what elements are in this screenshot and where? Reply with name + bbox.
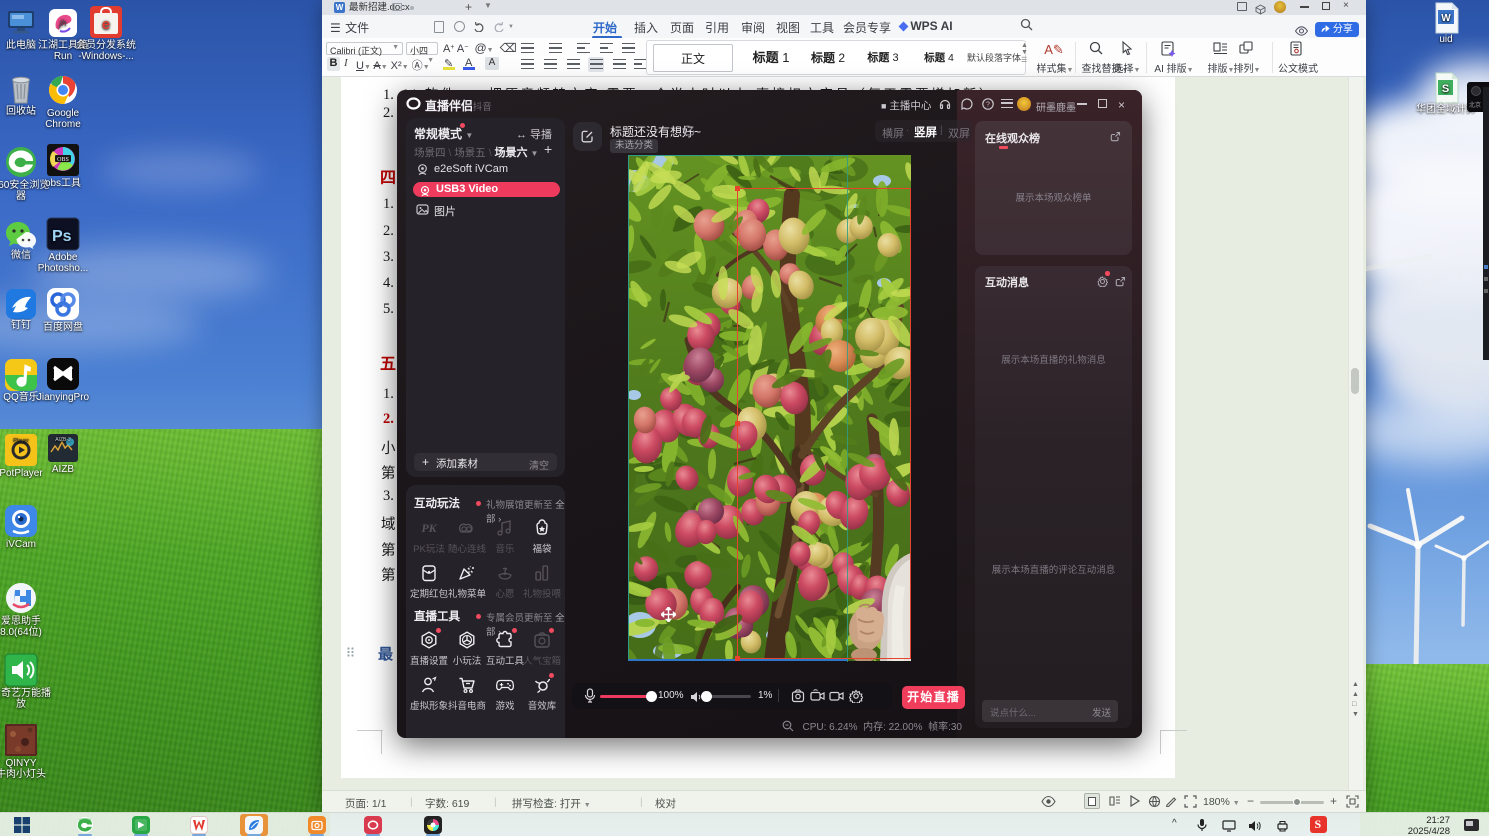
- svg-text:jh: jh: [58, 18, 66, 28]
- svg-text:AIZB-3: AIZB-3: [55, 437, 71, 443]
- svg-text:OBS: OBS: [57, 157, 69, 163]
- svg-text:W: W: [1441, 13, 1451, 24]
- svg-text:S: S: [1442, 83, 1449, 95]
- svg-text:Ps: Ps: [52, 228, 72, 245]
- svg-text:PK: PK: [421, 521, 437, 535]
- svg-text:?: ?: [986, 102, 990, 109]
- svg-text:e: e: [102, 16, 110, 33]
